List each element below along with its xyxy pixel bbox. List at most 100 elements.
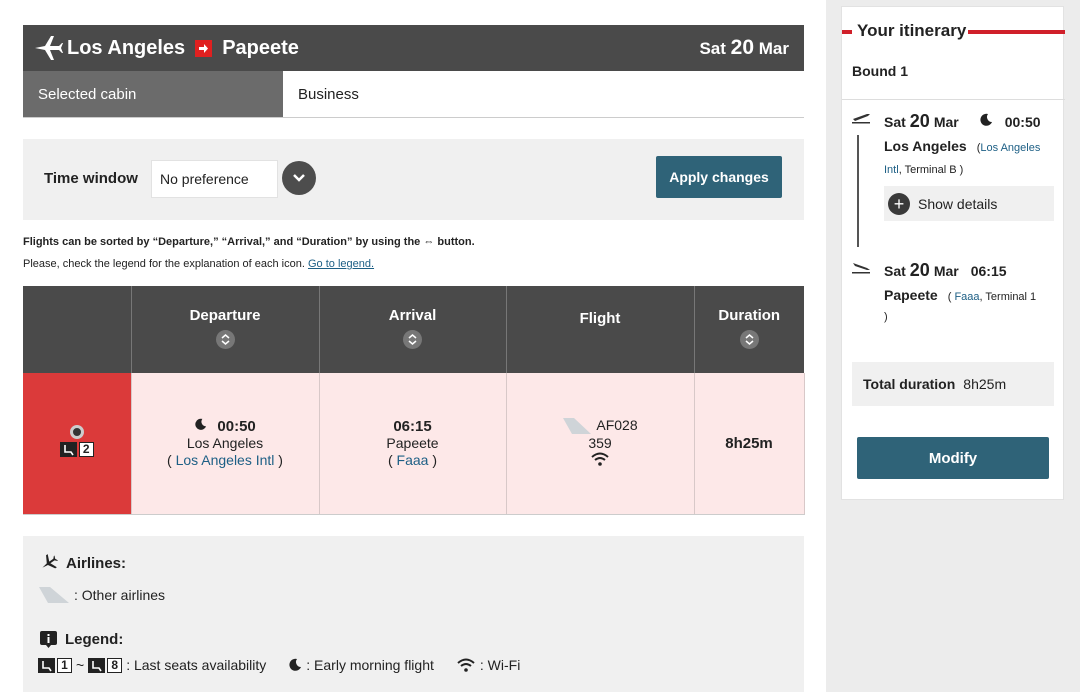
go-to-legend-link[interactable]: Go to legend.: [308, 258, 374, 270]
itinerary-timeline: [857, 135, 859, 247]
total-duration: Total duration 8h25m: [852, 362, 1054, 406]
arr-weekday: Sat: [884, 263, 906, 279]
date-month: Mar: [758, 39, 789, 58]
other-airline-tail-icon: [39, 587, 69, 603]
date-day: 20: [730, 36, 755, 59]
arr-terminal: , Terminal 1: [979, 291, 1037, 303]
wifi-icon: [591, 452, 609, 466]
sort-note: Flights can be sorted by “Departure,” “A…: [23, 236, 475, 248]
sort-icon[interactable]: [403, 329, 422, 349]
date-weekday: Sat: [699, 39, 726, 58]
itinerary-sidebar: Your itinerary Bound 1 Sat 20 Mar 00:50 …: [841, 6, 1065, 500]
legend-note: Please, check the legend for the explana…: [23, 258, 374, 270]
modify-button[interactable]: Modify: [857, 437, 1049, 479]
arrival-time: 06:15: [393, 417, 432, 435]
show-details-label: Show details: [918, 195, 998, 212]
departure-date-time: Sat 20 Mar 00:50: [884, 111, 1059, 132]
range-tilde: ~: [76, 657, 85, 673]
header-duration[interactable]: Duration: [694, 286, 804, 373]
flight-number[interactable]: AF028: [596, 417, 637, 434]
arrival-airport: ( Faaa ): [387, 451, 438, 468]
dep-city: Los Angeles: [884, 138, 967, 154]
legend-row: 1 ~ 8 : Last seats availability : Early …: [38, 657, 520, 673]
route-arrow-icon: [195, 39, 213, 57]
itinerary-title: Your itinerary: [842, 21, 1065, 43]
chevron-down-icon[interactable]: [282, 161, 316, 195]
wifi-legend-text: : Wi-Fi: [479, 657, 521, 673]
departure-airport-link[interactable]: Los Angeles Intl: [176, 452, 275, 468]
dep-time: 00:50: [1004, 114, 1041, 130]
header-departure[interactable]: Departure: [131, 286, 320, 373]
wifi-icon: [457, 658, 475, 672]
departure-place: Los Angeles (Los Angeles Intl, Terminal …: [884, 136, 1059, 180]
arr-airport: ( Faaa, Terminal 1: [941, 291, 1037, 303]
time-window-select[interactable]: No preference: [151, 160, 278, 198]
arrival-airport-link[interactable]: Faaa: [397, 452, 429, 468]
cabin-label: Selected cabin: [23, 71, 283, 117]
arr-airport-link[interactable]: Faaa: [954, 291, 979, 303]
header-blank: [23, 286, 132, 373]
seat-range-to: 8: [88, 657, 123, 673]
arrival-city: Papeete: [386, 434, 439, 451]
takeoff-icon: [852, 114, 870, 124]
header-arrival-label: Arrival: [388, 306, 437, 324]
apply-changes-button[interactable]: Apply changes: [656, 156, 782, 198]
seats-left-count: 2: [78, 442, 94, 458]
airlines-heading-text: Airlines:: [66, 554, 127, 572]
arrival-place: Papeete ( Faaa, Terminal 1 ): [884, 285, 1059, 327]
header-flight: Flight: [506, 286, 695, 373]
departure-airport: ( Los Angeles Intl ): [167, 451, 283, 468]
total-duration-label: Total duration: [863, 376, 956, 392]
total-duration-value: 8h25m: [963, 376, 1007, 392]
aircraft-type[interactable]: 359: [507, 435, 694, 452]
table-row[interactable]: 2 00:50 Los Angeles ( Los Angeles Intl )…: [23, 373, 805, 515]
row-select-cell[interactable]: 2: [23, 373, 132, 515]
departure-cell: 00:50 Los Angeles ( Los Angeles Intl ): [131, 373, 320, 515]
flight-number-line: AF028: [507, 417, 694, 435]
arr-day: 20: [909, 260, 930, 280]
seat-icon: [38, 657, 55, 673]
sort-icon[interactable]: [215, 329, 235, 349]
table-header-row: Departure Arrival Flight Duration: [23, 286, 804, 373]
airplane-icon: [35, 36, 63, 60]
dep-terminal: , Terminal B ): [898, 164, 964, 176]
plus-icon: +: [888, 192, 910, 215]
itinerary-title-text: Your itinerary: [857, 21, 967, 40]
arr-close-paren: ): [884, 311, 888, 323]
arrival-cell: 06:15 Papeete ( Faaa ): [319, 373, 507, 515]
other-airline-tail-icon: [563, 417, 592, 434]
title-accent-right: [968, 30, 1065, 34]
arr-city: Papeete: [884, 287, 938, 303]
seats-legend-text: : Last seats availability: [126, 657, 267, 673]
cabin-row: Selected cabin Business: [23, 71, 804, 118]
other-airlines-row: : Other airlines: [38, 586, 165, 604]
legend-note-text: Please, check the legend for the explana…: [23, 258, 305, 270]
bound-label: Bound 1: [852, 63, 908, 79]
dep-day: 20: [909, 111, 930, 131]
radio-selected-icon[interactable]: [69, 425, 84, 440]
seats-left-badge: 2: [59, 442, 94, 458]
morning-legend-text: : Early morning flight: [306, 657, 434, 673]
moon-icon: [195, 418, 207, 430]
other-airlines-text: : Other airlines: [74, 587, 166, 603]
departure-time: 00:50: [132, 418, 319, 435]
sort-icon[interactable]: [739, 329, 759, 349]
landing-icon: [852, 263, 870, 274]
seat-icon: [88, 657, 106, 673]
flight-cell: AF028 359: [506, 373, 695, 515]
legend-heading-text: Legend:: [65, 631, 124, 648]
airplane-icon: [42, 554, 58, 569]
time-window-panel: Time window No preference Apply changes: [23, 139, 804, 220]
dep-month: Mar: [933, 114, 959, 130]
header-departure-label: Departure: [189, 306, 261, 324]
departure-city: Los Angeles: [186, 434, 264, 451]
departure-time-text: 00:50: [217, 417, 256, 435]
arr-time: 06:15: [970, 263, 1007, 279]
show-details-button[interactable]: + Show details: [884, 186, 1054, 221]
main-panel: Los Angeles Papeete Sat 20 Mar Selected …: [0, 0, 826, 692]
time-window-label: Time window: [44, 170, 138, 187]
title-accent-left: [842, 30, 852, 34]
header-arrival[interactable]: Arrival: [319, 286, 507, 373]
moon-icon: [980, 113, 992, 126]
legend-heading: Legend:: [40, 631, 123, 648]
